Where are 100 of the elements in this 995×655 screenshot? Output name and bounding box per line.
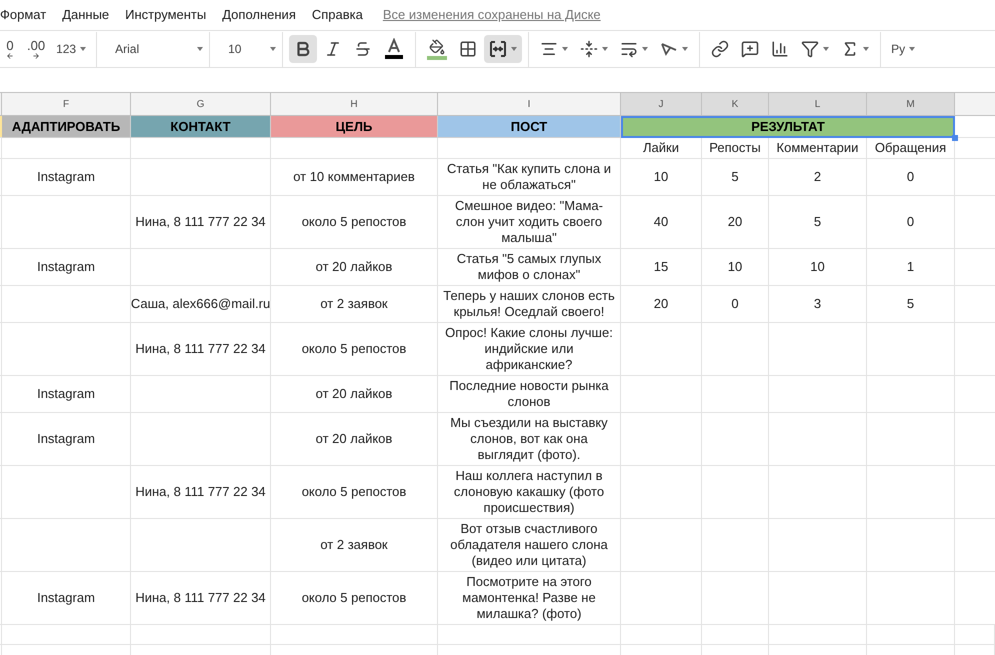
dropdown-button[interactable]: 123 [52,40,90,58]
merged-header-cell: РЕЗУЛЬТАТ [621,116,955,138]
table-cell: Наш коллега наступил в слоновую какашку (фото происшествия) [438,466,621,519]
table-cell: 0 [867,159,955,196]
column-header[interactable]: H [271,93,438,116]
dropdown-button[interactable]: Ру [887,40,920,58]
table-cell: около 5 репостов [271,196,438,249]
arrow-left-icon [5,52,15,60]
table-cell: 0 [867,196,955,249]
table-cell: Теперь у наших слонов есть крылья! Оседлай своего! [438,286,621,323]
caret-icon [197,47,204,51]
table-cell: Посмотрите на этого мамонтенка! Разве не милашка? (фото) [438,572,621,625]
save-status-link[interactable]: Все изменения сохранены на Диске [382,5,601,25]
column-header[interactable]: F [2,93,131,116]
menu-item[interactable]: Дополнения [214,5,304,25]
table-cell: Саша, alex666@mail.ru [131,286,271,323]
table-cell: Нина, 8 111 777 22 34 [131,323,271,376]
table-cell: Instagram [2,159,131,196]
table-cell: Статья "Как купить слона и не облажаться" [438,159,621,196]
align-icon [540,40,558,58]
table-cell: от 20 лайков [271,249,438,286]
table-cell: 5 [769,196,867,249]
column-header[interactable]: M [867,93,955,116]
table-cell: 15 [621,249,702,286]
caret-icon [80,47,86,51]
table-cell: Обращения [867,138,955,159]
strikethrough-icon [354,40,372,58]
table-cell: 40 [621,196,702,249]
text-wrap-icon [620,40,638,58]
table-cell [702,625,769,645]
toolbar-button[interactable] [484,35,522,63]
table-cell: 0 [702,286,769,323]
table-cell: около 5 репостов [271,323,438,376]
table-cell: 3 [769,286,867,323]
table-cell: Опрос! Какие слоны лучше: индийские или африканские? [438,323,621,376]
column-header[interactable]: L [769,93,867,116]
table-cell: от 10 комментариев [271,159,438,196]
comment-icon [741,40,760,58]
column-header[interactable]: I [438,93,621,116]
table-cell: 20 [702,196,769,249]
decimal-button[interactable]: 0 [0,38,20,60]
dropdown-button[interactable]: 10 [216,40,276,58]
table-cell: 10 [769,249,867,286]
table-cell: 10 [702,249,769,286]
link-icon [711,40,730,58]
filter-icon [801,40,820,58]
table-cell: 1 [867,249,955,286]
arrow-right-icon [31,52,42,60]
table-cell [702,413,769,466]
table-cell: 5 [702,159,769,196]
column-header[interactable]: J [621,93,702,116]
table-cell: Нина, 8 111 777 22 34 [131,466,271,519]
column-header[interactable]: G [131,93,271,116]
caret-icon [270,47,276,51]
table-cell: 10 [621,159,702,196]
column-header[interactable]: K [702,93,769,116]
table-cell: около 5 репостов [271,466,438,519]
table-cell: Нина, 8 111 777 22 34 [131,196,271,249]
table-cell [702,466,769,519]
merge-cells-icon [489,40,508,58]
table-cell [702,323,769,376]
table-cell [702,572,769,625]
text-color-icon [384,38,404,60]
table-cell: Мы съездили на выставку слонов, вот как она выглядит (фото). [438,413,621,466]
decimal-button[interactable]: .00 [22,38,50,60]
table-cell: 20 [621,286,702,323]
table-cell: около 5 репостов [271,572,438,625]
table-cell: Комментарии [769,138,867,159]
table-cell: Instagram [2,572,131,625]
table-cell [955,625,995,645]
table-cell: Смешное видео: "Мама-слон учит ходить своего малыша" [438,196,621,249]
table-cell [702,519,769,572]
menu-item[interactable]: Инструменты [117,5,214,25]
table-cell: 2 [769,159,867,196]
header-cell: КОНТАКТ [131,116,271,138]
menu-item[interactable]: Формат [0,5,54,25]
menu-item[interactable]: Данные [54,5,118,25]
header-cell: ЦЕЛЬ [271,116,438,138]
table-cell: Лайки [621,138,702,159]
menu-item[interactable]: Справка [304,5,371,25]
table-cell: от 20 лайков [271,413,438,466]
toolbar-button[interactable] [289,35,318,63]
table-cell: Последние новости рынка слонов [438,376,621,413]
caret-icon [909,47,916,51]
table-cell: 5 [867,286,955,323]
header-cell: АДАПТИРОВАТЬ [2,116,131,138]
borders-icon [459,40,478,58]
fill-color-icon [427,38,448,60]
table-cell: Instagram [2,376,131,413]
table-cell: Instagram [2,413,131,466]
table-cell: Instagram [2,249,131,286]
table-cell: от 2 заявок [271,519,438,572]
chart-icon [771,40,790,58]
table-cell: Репосты [702,138,769,159]
header-cell: ПОСТ [438,116,621,138]
selection-handle[interactable] [952,135,958,141]
table-cell: Вот отзыв счастливого обладателя нашего слона (видео или цитата) [438,519,621,572]
vertical-align-icon [580,40,598,58]
table-cell: от 20 лайков [271,376,438,413]
dropdown-button[interactable]: Arial [103,40,204,58]
